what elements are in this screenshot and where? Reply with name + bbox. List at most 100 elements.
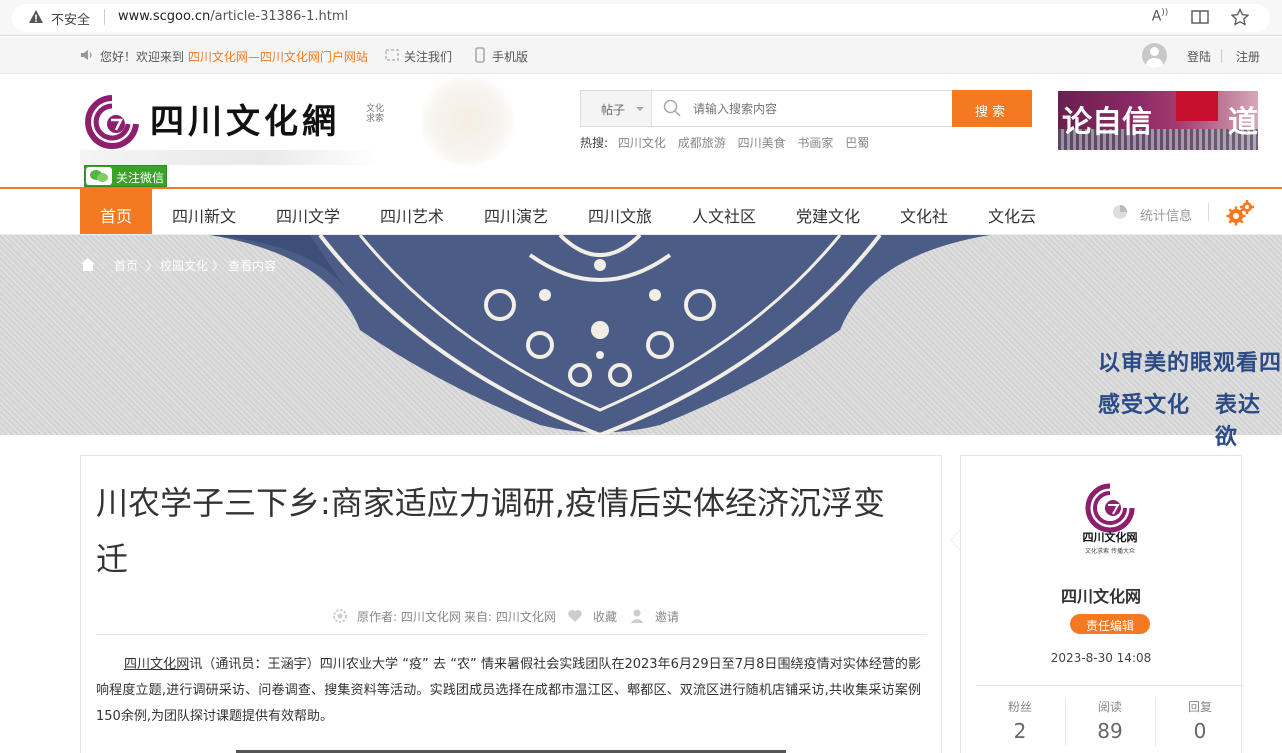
meta-source: 来自: 四川文化网 bbox=[464, 610, 556, 624]
publish-date: 2023-8-30 14:08 bbox=[1050, 651, 1152, 665]
source-link[interactable]: 四川文化网 bbox=[124, 657, 189, 672]
gear-icon[interactable] bbox=[1224, 198, 1256, 228]
sidebar-divider bbox=[976, 685, 1244, 686]
nav-item[interactable]: 四川文旅 bbox=[588, 189, 652, 234]
chevron-right-icon: 〉 bbox=[146, 259, 159, 273]
login-divider bbox=[1221, 49, 1222, 63]
stat-label: 回复 bbox=[1187, 700, 1212, 714]
search-box: 帖子 搜索 bbox=[580, 90, 1032, 127]
search-button[interactable]: 搜索 bbox=[952, 90, 1032, 127]
search-input[interactable] bbox=[693, 102, 943, 116]
stat-label: 粉丝 bbox=[1007, 700, 1032, 714]
heart-icon[interactable] bbox=[567, 608, 583, 624]
main-nav: 首页 四川新文 四川文学 四川艺术 四川演艺 四川文旅 人文社区 党建文化 文化… bbox=[0, 189, 1282, 235]
nav-item[interactable]: 四川艺术 bbox=[380, 189, 444, 234]
stat-value: 0 bbox=[1193, 719, 1207, 743]
breadcrumb-current: 查看内容 bbox=[228, 259, 277, 273]
read-aloud-icon[interactable]: A)) bbox=[1150, 8, 1170, 26]
follow-us-link[interactable]: 关注我们 bbox=[404, 48, 452, 65]
article-divider bbox=[96, 634, 926, 635]
chevron-down-icon bbox=[636, 107, 644, 111]
nav-item[interactable]: 四川新文 bbox=[172, 189, 236, 234]
speaker-icon bbox=[81, 50, 92, 60]
mobile-version-link[interactable]: 手机版 bbox=[492, 48, 528, 65]
url-text[interactable]: www.scgoo.cn/article-31386-1.html bbox=[118, 9, 348, 24]
settings-icon bbox=[333, 609, 347, 623]
logo-mark-icon bbox=[85, 95, 139, 149]
stat-label: 阅读 bbox=[1097, 700, 1122, 714]
user-icon[interactable] bbox=[629, 608, 645, 624]
editor-badge: 责任编辑 bbox=[1070, 614, 1150, 634]
search-icon bbox=[663, 99, 681, 117]
nav-divider bbox=[1208, 203, 1209, 221]
user-avatar[interactable] bbox=[1142, 43, 1167, 68]
warning-icon[interactable] bbox=[28, 9, 44, 25]
register-link[interactable]: 注册 bbox=[1236, 48, 1260, 65]
ad-red-block bbox=[1176, 91, 1218, 121]
nav-item[interactable]: 人文社区 bbox=[692, 189, 756, 234]
invite-button[interactable]: 邀请 bbox=[655, 608, 679, 625]
logo-text: 四川文化網 bbox=[150, 102, 340, 142]
top-info-bar: 您好！欢迎来到 四川文化网—四川文化网门户网站 关注我们 手机版 登陆 注册 bbox=[0, 37, 1282, 74]
nav-item[interactable]: 四川文学 bbox=[276, 189, 340, 234]
author-name[interactable]: 四川文化网 bbox=[960, 583, 1242, 607]
stat-reads[interactable]: 阅读 89 bbox=[1065, 698, 1155, 743]
favorite-button[interactable]: 收藏 bbox=[593, 608, 617, 625]
author-logo: 四川文化网 文化求索 传播大众 bbox=[1083, 483, 1138, 555]
author-logo-sub: 文化求索 传播大众 bbox=[1085, 547, 1135, 555]
site-logo[interactable]: 四川文化網 文化求索 bbox=[80, 76, 520, 166]
article-title: 川农学子三下乡:商家适应力调研,疫情后实体经济沉浮变迁 bbox=[96, 484, 885, 578]
login-link[interactable]: 登陆 bbox=[1187, 48, 1211, 65]
search-type-select[interactable]: 帖子 bbox=[581, 91, 652, 126]
stat-value: 89 bbox=[1097, 719, 1123, 743]
follow-icon bbox=[385, 49, 399, 61]
url-host: www.scgoo.cn bbox=[118, 9, 211, 24]
breadcrumb-category[interactable]: 校园文化 bbox=[160, 257, 208, 274]
pie-chart-icon bbox=[1113, 205, 1127, 219]
breadcrumb-home[interactable]: 首页 bbox=[114, 257, 138, 274]
meta-author: 原作者: 四川文化网 bbox=[357, 610, 461, 624]
logo-decoration bbox=[420, 76, 515, 166]
card-notch-inner bbox=[951, 531, 960, 549]
ad-text-right: 道 bbox=[1228, 105, 1258, 140]
banner-slogan-2a: 感受文化 bbox=[1098, 393, 1191, 418]
nav-item-home[interactable]: 首页 bbox=[80, 189, 152, 234]
stat-replies[interactable]: 回复 0 bbox=[1155, 698, 1245, 743]
greeting-label: 您好！欢迎来到 bbox=[100, 50, 185, 64]
hot-item[interactable]: 四川文化 bbox=[618, 136, 666, 150]
browser-toolbar: 不安全 www.scgoo.cn/article-31386-1.html A)… bbox=[0, 0, 1282, 36]
nav-item[interactable]: 文化云 bbox=[988, 189, 1036, 234]
search-type-value: 帖子 bbox=[601, 103, 626, 117]
address-divider bbox=[104, 9, 105, 25]
hot-item[interactable]: 书画家 bbox=[797, 136, 833, 150]
stat-fans[interactable]: 粉丝 2 bbox=[975, 698, 1065, 743]
home-icon[interactable] bbox=[80, 257, 96, 272]
hot-searches: 热搜: 四川文化 成都旅游 四川美食 书画家 巴蜀 bbox=[580, 134, 877, 151]
article-paragraph: 讯（通讯员：王涵宇）四川农业大学 “疫” 去 “农” 情来暑假社会实践团队在20… bbox=[96, 657, 921, 724]
nav-item[interactable]: 文化社 bbox=[900, 189, 948, 234]
insecure-label[interactable]: 不安全 bbox=[51, 9, 90, 28]
stat-value: 2 bbox=[1013, 719, 1027, 743]
mobile-icon bbox=[475, 47, 485, 63]
greeting-text: 您好！欢迎来到 四川文化网—四川文化网门户网站 bbox=[100, 48, 368, 65]
hot-item[interactable]: 成都旅游 bbox=[678, 136, 726, 150]
hot-item[interactable]: 巴蜀 bbox=[845, 136, 869, 150]
hot-item[interactable]: 四川美食 bbox=[738, 136, 786, 150]
banner-slogan-2b: 表达欲 bbox=[1215, 393, 1262, 450]
site-link[interactable]: 四川文化网—四川文化网门户网站 bbox=[188, 50, 368, 64]
article-body: 四川文化网讯（通讯员：王涵宇）四川农业大学 “疫” 去 “农” 情来暑假社会实践… bbox=[96, 652, 921, 730]
split-screen-icon[interactable] bbox=[1190, 8, 1210, 26]
wechat-follow-button[interactable]: 关注微信 bbox=[84, 165, 167, 187]
ad-banner[interactable]: 论自信 道 bbox=[1058, 91, 1258, 150]
chevron-right-icon: 〉 bbox=[212, 259, 225, 273]
stats-link[interactable]: 统计信息 bbox=[1140, 205, 1192, 224]
author-logo-name: 四川文化网 bbox=[1083, 530, 1138, 544]
nav-item[interactable]: 四川演艺 bbox=[484, 189, 548, 234]
nav-item[interactable]: 党建文化 bbox=[796, 189, 860, 234]
ad-text-left: 论自信 bbox=[1062, 105, 1152, 140]
banner-slogan-1: 以审美的眼观看四 bbox=[1098, 351, 1282, 376]
logo-calligraphy: 文化求索 bbox=[366, 104, 385, 124]
favorite-star-icon[interactable] bbox=[1230, 8, 1250, 26]
url-path: /article-31386-1.html bbox=[210, 9, 349, 24]
wechat-label: 关注微信 bbox=[116, 171, 165, 185]
